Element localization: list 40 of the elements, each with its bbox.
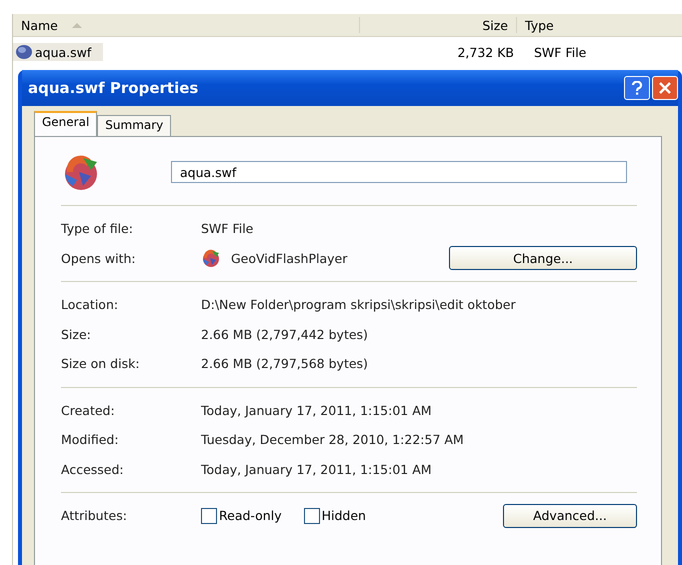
- field-label: Accessed:: [61, 462, 125, 477]
- checkbox-label: Hidden: [322, 508, 366, 524]
- field-label: Size:: [61, 326, 92, 342]
- field-label: Modified:: [61, 432, 120, 448]
- file-name[interactable]: aqua.swf: [13, 43, 104, 61]
- change-button[interactable]: Change...: [449, 246, 637, 270]
- field-value: D:\New Folder\program skripsi\skripsi\edit oktober: [201, 297, 516, 312]
- field-label: Location:: [61, 297, 120, 312]
- checkbox[interactable]: [304, 508, 320, 524]
- field-label: Size on disk:: [61, 356, 141, 372]
- column-header[interactable]: Type: [517, 17, 682, 33]
- field-value: GeoVidFlashPlayer: [231, 250, 348, 266]
- file-icon: [15, 44, 33, 60]
- window-title: aqua.swf Properties: [28, 79, 200, 97]
- field-label: Opens with:: [61, 250, 137, 266]
- help-icon: [631, 81, 643, 95]
- file-size: 2,732 KB: [456, 44, 514, 60]
- advanced-button[interactable]: Advanced...: [503, 504, 637, 528]
- checkbox[interactable]: [201, 508, 217, 524]
- column-header[interactable]: Name: [13, 17, 360, 33]
- field-value: Tuesday, December 28, 2010, 1:22:57 AM: [201, 432, 464, 448]
- checkbox-label: Read-only: [219, 508, 282, 524]
- field-value: 2.66 MB (2,797,568 bytes): [201, 356, 368, 372]
- tab[interactable]: Summary: [97, 115, 172, 136]
- field-value: 2.66 MB (2,797,442 bytes): [201, 326, 368, 342]
- close-icon: [659, 82, 671, 94]
- close-button[interactable]: [652, 76, 678, 100]
- sort-arrow-icon: [72, 22, 82, 28]
- field-value: SWF File: [201, 221, 254, 236]
- tab[interactable]: General: [34, 111, 98, 136]
- field-label: Type of file:: [61, 221, 134, 236]
- field-value: Today, January 17, 2011, 1:15:01 AM: [201, 402, 432, 418]
- file-type: SWF File: [533, 44, 588, 60]
- field-value: Today, January 17, 2011, 1:15:01 AM: [201, 462, 432, 477]
- column-header[interactable]: Size: [360, 17, 517, 33]
- field-label: Created:: [61, 402, 116, 418]
- field-label: Attributes:: [61, 508, 128, 524]
- filename-field[interactable]: aqua.swf: [171, 161, 627, 183]
- app-icon: [201, 248, 221, 268]
- help-button[interactable]: [624, 76, 650, 100]
